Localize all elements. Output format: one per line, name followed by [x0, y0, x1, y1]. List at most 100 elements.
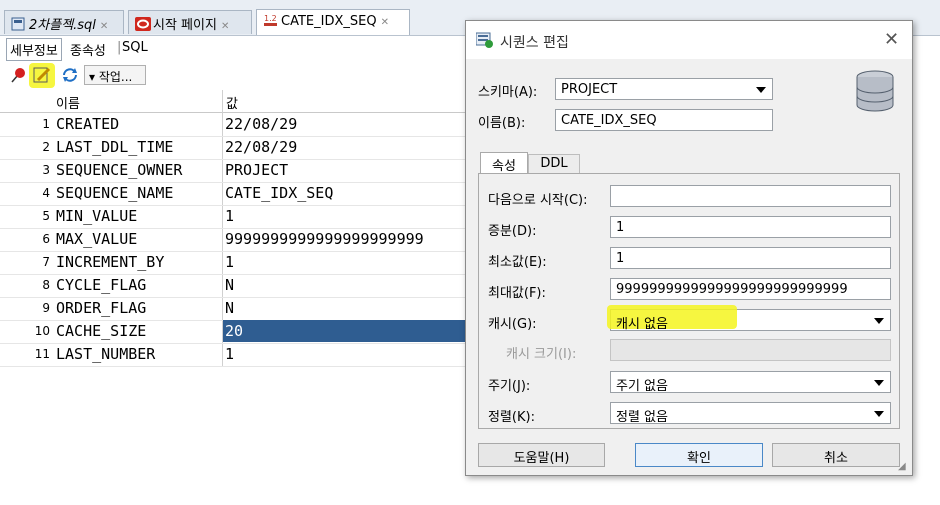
column-header-value[interactable]: 값: [226, 93, 238, 112]
name-field[interactable]: CATE_IDX_SEQ: [555, 109, 773, 131]
row-number: 9: [42, 301, 50, 315]
start-with-field[interactable]: [610, 185, 891, 207]
property-name: SEQUENCE_OWNER: [56, 161, 183, 179]
table-row[interactable]: 11 LAST_NUMBER 1: [0, 343, 470, 367]
row-number: 7: [42, 255, 50, 269]
order-select[interactable]: 정렬 없음: [610, 402, 891, 425]
row-number: 2: [42, 140, 50, 154]
table-row[interactable]: 8 CYCLE_FLAG N: [0, 274, 470, 298]
property-value[interactable]: CATE_IDX_SEQ: [225, 184, 333, 202]
min-value-field[interactable]: 1: [610, 247, 891, 269]
name-label: 이름(B):: [478, 116, 526, 131]
row-number: 10: [34, 324, 50, 338]
grid-header: 이름 값: [0, 90, 470, 113]
increment-field[interactable]: 1: [610, 216, 891, 238]
edit-sequence-dialog: 시퀀스 편집 ✕ 스키마(A): PROJECT 이름(B): CATE_IDX…: [465, 20, 913, 476]
refresh-icon[interactable]: [60, 65, 80, 85]
table-row[interactable]: 7 INCREMENT_BY 1: [0, 251, 470, 275]
property-value[interactable]: 1: [225, 253, 234, 271]
table-row[interactable]: 4 SEQUENCE_NAME CATE_IDX_SEQ: [0, 182, 470, 206]
tab-sql-file[interactable]: 2차플젝.sql ✕: [4, 10, 124, 34]
property-name: INCREMENT_BY: [56, 253, 165, 271]
close-icon[interactable]: ✕: [221, 21, 229, 32]
order-label: 정렬(K):: [488, 410, 535, 425]
edit-icon[interactable]: [32, 65, 52, 85]
table-row[interactable]: 9 ORDER_FLAG N: [0, 297, 470, 321]
table-row[interactable]: 5 MIN_VALUE 1: [0, 205, 470, 229]
close-icon[interactable]: ✕: [381, 17, 389, 28]
min-value-label: 최소값(E):: [488, 255, 547, 270]
start-with-label: 다음으로 시작(C):: [488, 193, 588, 208]
cache-label: 캐시(G):: [488, 317, 537, 332]
table-row[interactable]: 3 SEQUENCE_OWNER PROJECT: [0, 159, 470, 183]
property-name: ORDER_FLAG: [56, 299, 147, 317]
toolbar: ▾ 작업...: [0, 62, 470, 88]
row-number: 4: [42, 186, 50, 200]
tab-start-page[interactable]: 시작 페이지 ✕: [128, 10, 252, 34]
cycle-select[interactable]: 주기 없음: [610, 371, 891, 394]
close-icon[interactable]: ✕: [100, 21, 108, 32]
property-value[interactable]: 1: [225, 207, 234, 225]
table-row[interactable]: 6 MAX_VALUE 9999999999999999999999: [0, 228, 470, 252]
database-icon: [854, 69, 896, 119]
tab-ddl[interactable]: DDL: [528, 154, 580, 174]
chevron-down-icon: [756, 87, 766, 93]
property-value[interactable]: N: [225, 299, 234, 317]
help-button[interactable]: 도움말(H): [478, 443, 605, 467]
cycle-value: 주기 없음: [616, 379, 668, 394]
detail-subtabs: 세부정보 종속성 | SQL: [0, 36, 470, 61]
cache-select[interactable]: 캐시 없음: [607, 305, 891, 332]
schema-value: PROJECT: [561, 82, 618, 97]
table-row[interactable]: 10 CACHE_SIZE 20: [0, 320, 470, 344]
property-name: CREATED: [56, 115, 120, 133]
row-number: 5: [42, 209, 50, 223]
resize-grip-icon[interactable]: ◢: [898, 461, 906, 472]
schema-select[interactable]: PROJECT: [555, 78, 773, 100]
table-row[interactable]: 1 CREATED 22/08/29: [0, 113, 470, 137]
tab-label: 2차플젝.sql: [29, 18, 96, 33]
max-value-field[interactable]: 9999999999999999999999999999: [610, 278, 891, 300]
tab-properties[interactable]: 속성: [480, 152, 528, 174]
actions-dropdown[interactable]: ▾ 작업...: [84, 65, 146, 85]
svg-text:1.2: 1.2: [264, 14, 277, 23]
property-name: MIN_VALUE: [56, 207, 138, 225]
property-value[interactable]: N: [225, 276, 234, 294]
property-value[interactable]: PROJECT: [225, 161, 288, 179]
sequence-icon: 1.2: [263, 13, 277, 27]
cache-size-field: [610, 339, 891, 361]
chevron-down-icon: [874, 411, 884, 417]
tab-label: CATE_IDX_SEQ: [281, 14, 377, 29]
property-value[interactable]: 22/08/29: [225, 138, 297, 156]
property-value[interactable]: 20: [225, 322, 243, 340]
pin-icon[interactable]: [8, 65, 28, 85]
column-header-name[interactable]: 이름: [56, 93, 80, 112]
table-row[interactable]: 2 LAST_DDL_TIME 22/08/29: [0, 136, 470, 160]
property-name: LAST_DDL_TIME: [56, 138, 174, 156]
tab-label: 시작 페이지: [153, 18, 217, 33]
row-number: 8: [42, 278, 50, 292]
tab-cate-idx-seq[interactable]: 1.2 CATE_IDX_SEQ ✕: [256, 9, 410, 35]
cancel-button[interactable]: 취소: [772, 443, 900, 467]
property-name: CYCLE_FLAG: [56, 276, 147, 294]
close-icon[interactable]: ✕: [884, 29, 899, 50]
schema-label: 스키마(A):: [478, 85, 538, 100]
tab-separator: |: [117, 40, 122, 55]
ok-button[interactable]: 확인: [635, 443, 763, 467]
property-value[interactable]: 9999999999999999999999: [225, 230, 424, 248]
cycle-label: 주기(J):: [488, 379, 531, 394]
cache-value: 캐시 없음: [616, 317, 668, 332]
cache-size-label: 캐시 크기(I):: [506, 347, 577, 362]
tab-dependencies[interactable]: 종속성: [70, 40, 106, 59]
tab-details[interactable]: 세부정보: [6, 38, 62, 61]
chevron-down-icon: [874, 380, 884, 386]
property-value[interactable]: 1: [225, 345, 234, 363]
tab-sql[interactable]: SQL: [122, 40, 148, 55]
sql-file-icon: [11, 17, 25, 31]
selected-cell[interactable]: [223, 320, 470, 342]
increment-label: 증분(D):: [488, 224, 537, 239]
property-name: SEQUENCE_NAME: [56, 184, 174, 202]
row-number: 3: [42, 163, 50, 177]
property-name: CACHE_SIZE: [56, 322, 147, 340]
chevron-down-icon: [874, 318, 884, 324]
property-value[interactable]: 22/08/29: [225, 115, 297, 133]
